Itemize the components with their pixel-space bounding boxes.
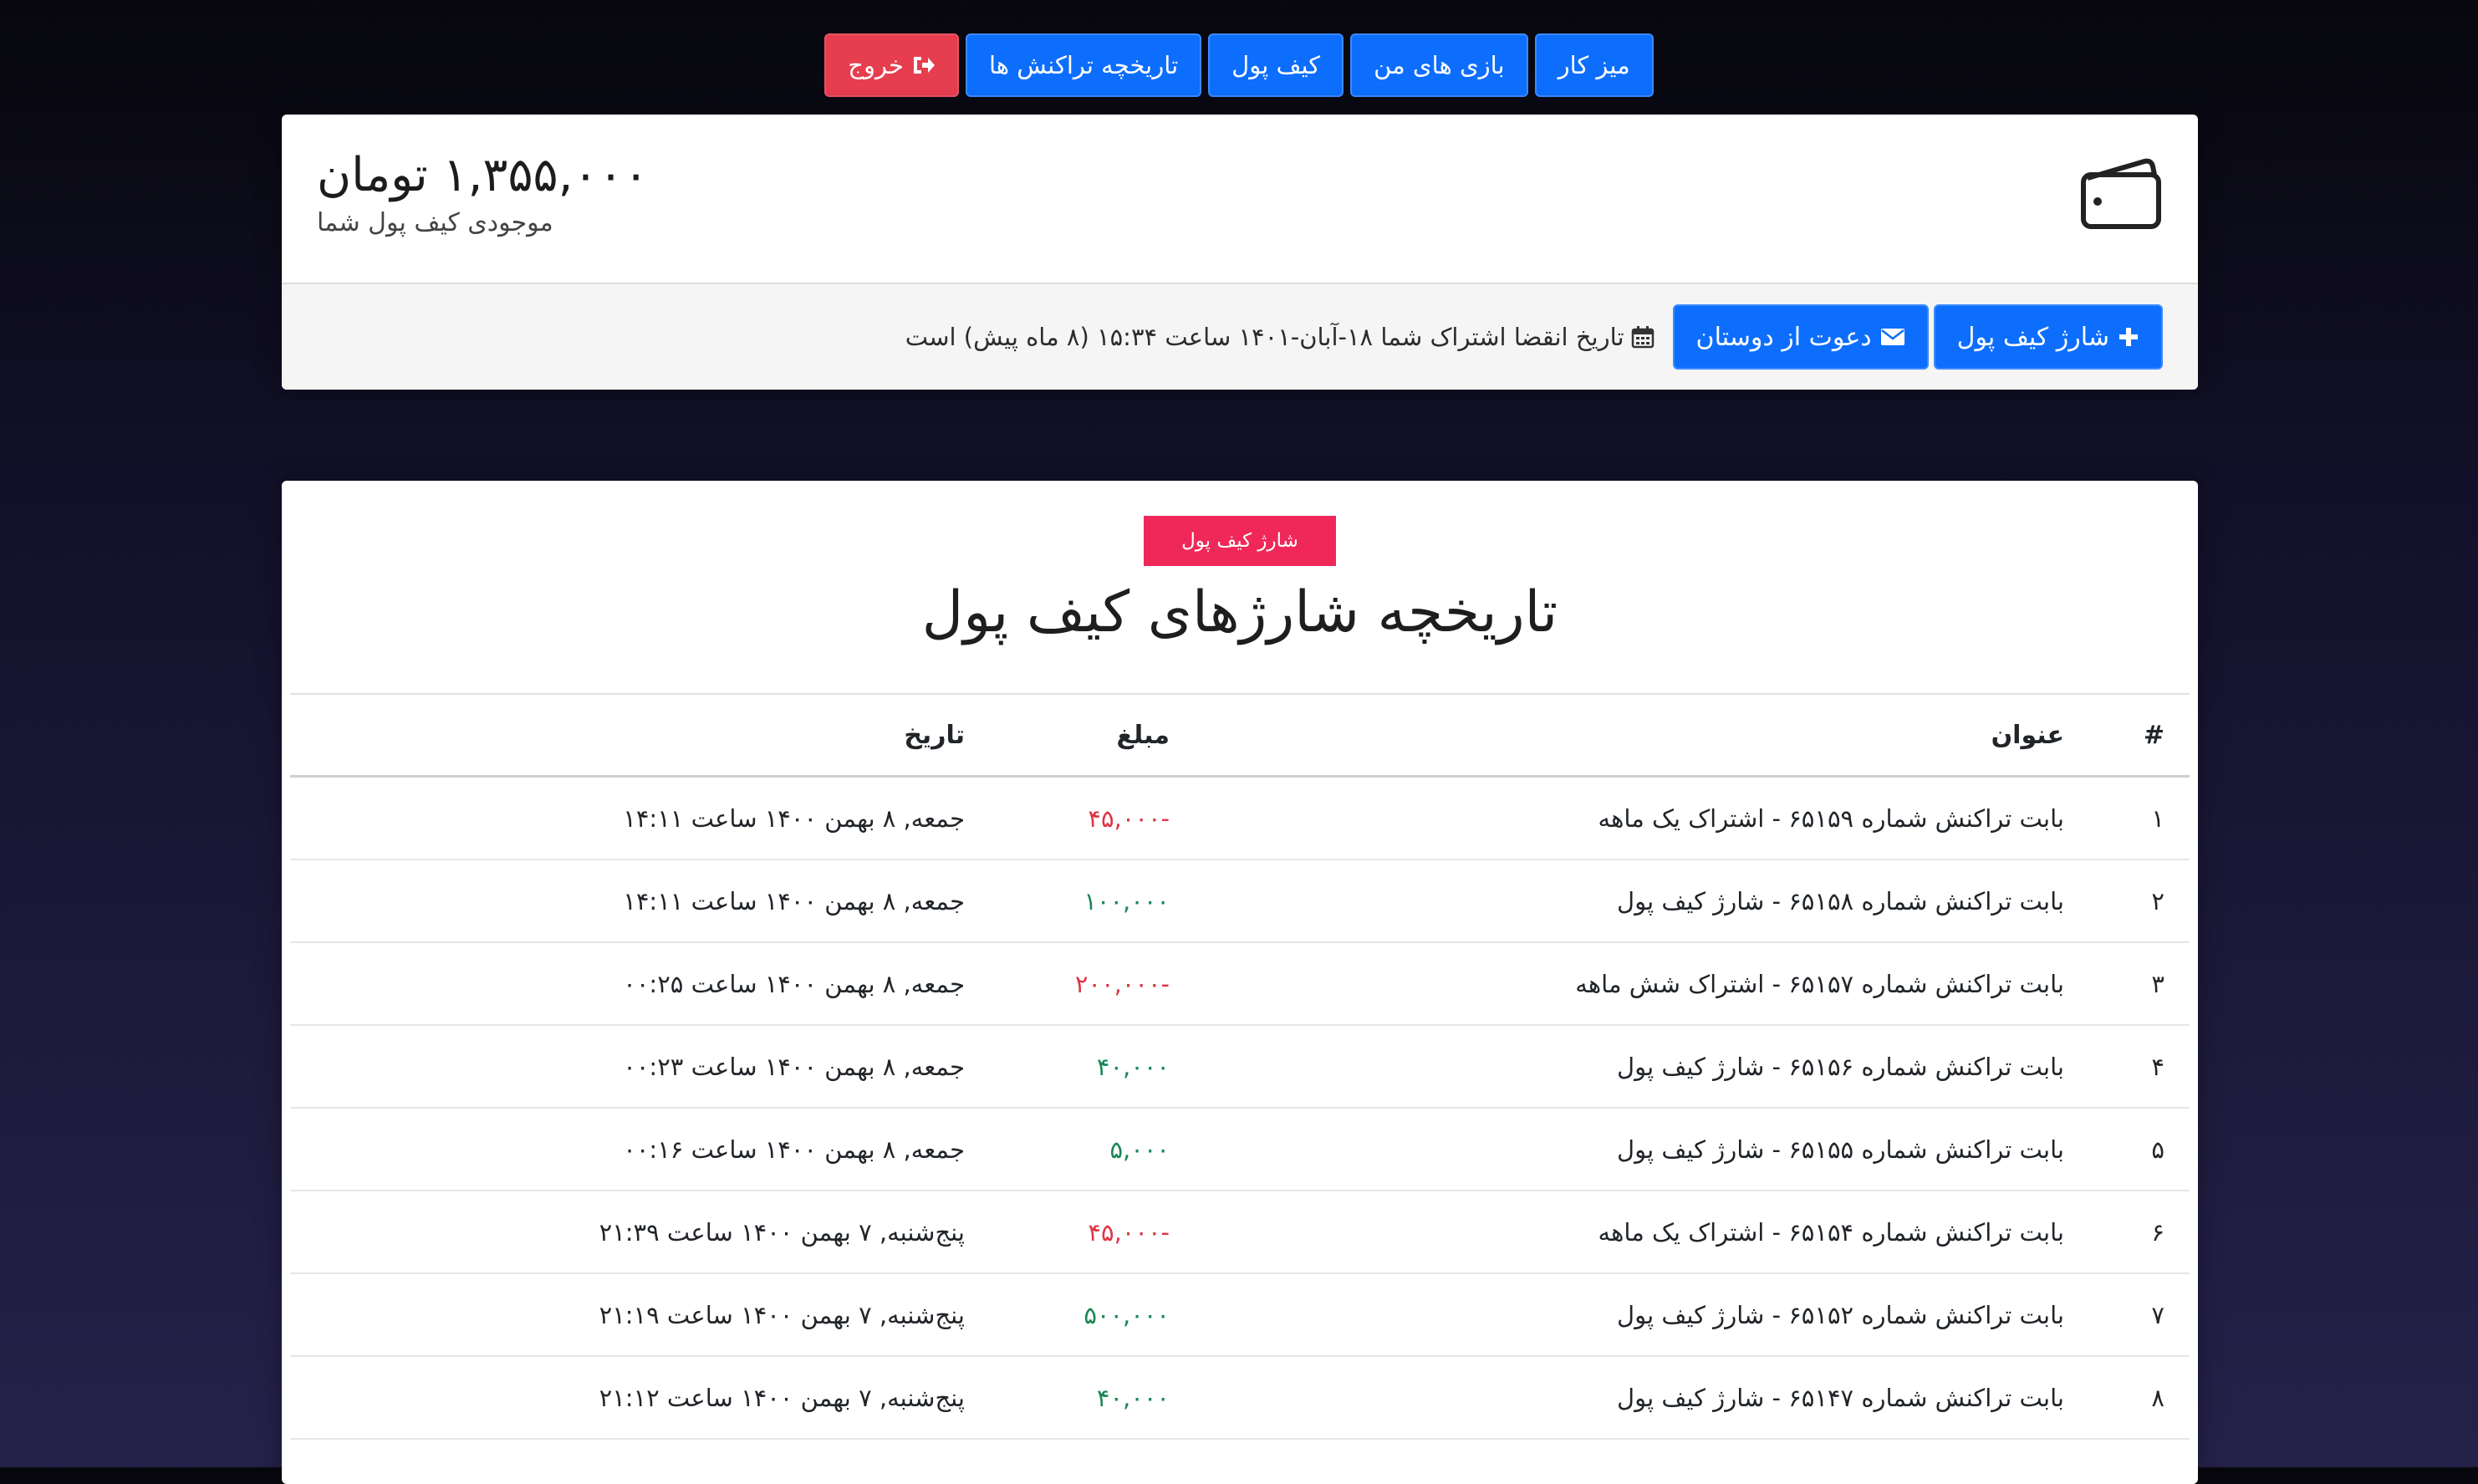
row-date: پنج‌شنبه, ۷ بهمن ۱۴۰۰ ساعت ۲۱:۱۹ [599, 1300, 965, 1329]
row-date: پنج‌شنبه, ۷ بهمن ۱۴۰۰ ساعت ۲۱:۳۹ [599, 1217, 965, 1247]
wallet-actions: شارژ کیف پول دعوت از دوستان تاریخ انقضا … [282, 284, 2198, 390]
nav-wallet-label: کیف پول [1231, 51, 1321, 79]
row-number: ۸ [2151, 1383, 2164, 1412]
table-header-row: # عنوان مبلغ تاریخ [290, 695, 2190, 778]
row-title: بابت تراکنش شماره ۶۵۱۵۹ - اشتراک یک ماهه [1598, 803, 2064, 833]
subscription-expiry: تاریخ انقضا اشتراک شما ۱۸-آبان-۱۴۰۱ ساعت… [905, 323, 1655, 351]
wallet-card: ۱,۳۵۵,۰۰۰ تومان موجودی کیف پول شما شارژ … [282, 115, 2198, 390]
row-number: ۳ [2151, 969, 2164, 998]
row-number: ۷ [2151, 1300, 2164, 1329]
column-header-amount: مبلغ [1116, 720, 1170, 750]
subscription-expiry-text: تاریخ انقضا اشتراک شما ۱۸-آبان-۱۴۰۱ ساعت… [905, 323, 1624, 351]
nav-my-games-label: بازی های من [1374, 51, 1505, 79]
wallet-icon [2081, 158, 2161, 229]
row-amount: -۲۰۰,۰۰۰ [1074, 969, 1170, 998]
row-amount: -۴۵,۰۰۰ [1088, 1217, 1170, 1247]
row-date: جمعه, ۸ بهمن ۱۴۰۰ ساعت ۰۰:۲۵ [623, 969, 965, 998]
table-row: ۸ بابت تراکنش شماره ۶۵۱۴۷ - شارژ کیف پول… [290, 1357, 2190, 1440]
table-row: ۲ بابت تراکنش شماره ۶۵۱۵۸ - شارژ کیف پول… [290, 860, 2190, 943]
table-row: ۶ بابت تراکنش شماره ۶۵۱۵۴ - اشتراک یک ما… [290, 1191, 2190, 1274]
row-date: جمعه, ۸ بهمن ۱۴۰۰ ساعت ۰۰:۲۳ [623, 1052, 965, 1081]
column-header-number: # [2143, 720, 2164, 750]
invite-friends-label: دعوت از دوستان [1695, 322, 1872, 352]
table-row: ۱ بابت تراکنش شماره ۶۵۱۵۹ - اشتراک یک ما… [290, 778, 2190, 860]
row-title: بابت تراکنش شماره ۶۵۱۵۸ - شارژ کیف پول [1617, 886, 2064, 915]
row-amount: ۱۰۰,۰۰۰ [1083, 886, 1170, 915]
wallet-history-card: شارژ کیف پول تاریخچه شارژهای کیف پول # ع… [282, 481, 2198, 1484]
row-title: بابت تراکنش شماره ۶۵۱۵۵ - شارژ کیف پول [1617, 1135, 2064, 1164]
row-number: ۲ [2151, 886, 2164, 915]
table-row: ۷ بابت تراکنش شماره ۶۵۱۵۲ - شارژ کیف پول… [290, 1274, 2190, 1357]
row-amount: ۴۰,۰۰۰ [1096, 1383, 1170, 1412]
row-date: پنج‌شنبه, ۷ بهمن ۱۴۰۰ ساعت ۲۱:۱۲ [599, 1383, 965, 1412]
logout-label: خروج [848, 51, 904, 79]
wallet-summary: ۱,۳۵۵,۰۰۰ تومان موجودی کیف پول شما [282, 115, 2198, 284]
row-number: ۵ [2151, 1135, 2164, 1164]
top-navigation: میز کار بازی های من کیف پول تاریخچه تراک… [0, 33, 2478, 97]
row-amount: ۴۰,۰۰۰ [1096, 1052, 1170, 1081]
row-number: ۱ [2151, 803, 2164, 833]
history-title: تاریخچه شارژهای کیف پول [921, 579, 1558, 645]
plus-icon [2119, 328, 2138, 346]
table-row: ۴ بابت تراکنش شماره ۶۵۱۵۶ - شارژ کیف پول… [290, 1026, 2190, 1109]
column-header-date: تاریخ [904, 720, 965, 750]
sign-out-icon [913, 57, 935, 74]
table-row: ۵ بابت تراکنش شماره ۶۵۱۵۵ - شارژ کیف پول… [290, 1109, 2190, 1191]
wallet-balance: ۱,۳۵۵,۰۰۰ تومان [317, 148, 649, 202]
table-row: ۳ بابت تراکنش شماره ۶۵۱۵۷ - اشتراک شش ما… [290, 943, 2190, 1026]
row-date: جمعه, ۸ بهمن ۱۴۰۰ ساعت ۱۴:۱۱ [623, 886, 965, 915]
row-title: بابت تراکنش شماره ۶۵۱۵۴ - اشتراک یک ماهه [1598, 1217, 2064, 1247]
row-number: ۴ [2151, 1052, 2164, 1081]
invite-friends-button[interactable]: دعوت از دوستان [1672, 304, 1929, 370]
envelope-icon [1880, 329, 1904, 345]
nav-transactions-label: تاریخچه تراکنش ها [988, 51, 1179, 79]
nav-wallet-button[interactable]: کیف پول [1208, 33, 1344, 97]
logout-button[interactable]: خروج [824, 33, 959, 97]
row-title: بابت تراکنش شماره ۶۵۱۵۶ - شارژ کیف پول [1617, 1052, 2064, 1081]
nav-dashboard-label: میز کار [1558, 51, 1630, 79]
charge-wallet-button[interactable]: شارژ کیف پول [1933, 304, 2163, 370]
row-date: جمعه, ۸ بهمن ۱۴۰۰ ساعت ۱۴:۱۱ [623, 803, 965, 833]
row-amount: -۴۵,۰۰۰ [1088, 803, 1170, 833]
row-title: بابت تراکنش شماره ۶۵۱۵۷ - اشتراک شش ماهه [1575, 969, 2064, 998]
row-amount: ۵,۰۰۰ [1109, 1135, 1170, 1164]
column-header-title: عنوان [1991, 720, 2064, 750]
row-title: بابت تراکنش شماره ۶۵۱۴۷ - شارژ کیف پول [1617, 1383, 2064, 1412]
calendar-icon [1631, 326, 1654, 349]
row-date: جمعه, ۸ بهمن ۱۴۰۰ ساعت ۰۰:۱۶ [623, 1135, 965, 1164]
wallet-balance-caption: موجودی کیف پول شما [317, 208, 553, 237]
nav-dashboard-button[interactable]: میز کار [1534, 33, 1654, 97]
row-title: بابت تراکنش شماره ۶۵۱۵۲ - شارژ کیف پول [1617, 1300, 2064, 1329]
transactions-table: # عنوان مبلغ تاریخ ۱ بابت تراکنش شماره ۶… [290, 693, 2190, 1440]
charge-wallet-label: شارژ کیف پول [1956, 322, 2109, 352]
row-amount: ۵۰۰,۰۰۰ [1083, 1300, 1170, 1329]
row-number: ۶ [2151, 1217, 2164, 1247]
nav-transactions-button[interactable]: تاریخچه تراکنش ها [965, 33, 1202, 97]
history-badge: شارژ کیف پول [1144, 516, 1336, 566]
nav-my-games-button[interactable]: بازی های من [1350, 33, 1528, 97]
